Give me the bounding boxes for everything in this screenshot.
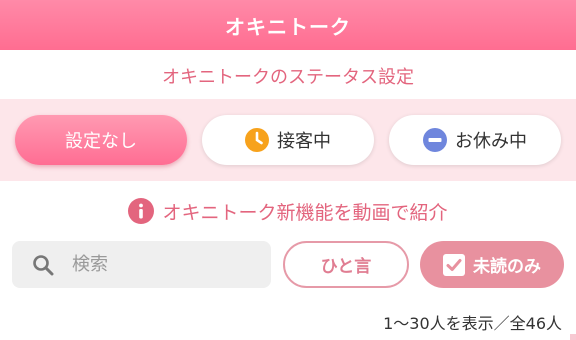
feature-video-link[interactable]: オキニトーク新機能を動画で紹介 bbox=[0, 190, 576, 232]
clock-icon bbox=[245, 128, 269, 152]
status-none-label: 設定なし bbox=[65, 131, 137, 152]
page-title: オキニトーク bbox=[225, 14, 351, 39]
status-settings-heading: オキニトークのステータス設定 bbox=[162, 67, 414, 88]
status-rest-label: お休み中 bbox=[455, 131, 527, 152]
status-rest-button[interactable]: お休み中 bbox=[389, 115, 561, 165]
search-input[interactable] bbox=[70, 253, 244, 276]
unread-only-label: 未読のみ bbox=[473, 257, 541, 277]
status-busy-label: 接客中 bbox=[277, 131, 331, 152]
result-count: 1〜30人を表示／全46人 bbox=[383, 314, 562, 333]
hitokoto-filter-button[interactable]: ひと言 bbox=[283, 241, 409, 288]
corner-mark bbox=[570, 334, 576, 340]
minus-circle-icon bbox=[423, 128, 447, 152]
info-icon bbox=[128, 198, 155, 224]
status-busy-button[interactable]: 接客中 bbox=[202, 115, 374, 165]
checkbox-icon bbox=[443, 253, 465, 276]
feature-video-label: オキニトーク新機能を動画で紹介 bbox=[162, 201, 448, 224]
hitokoto-label: ひと言 bbox=[320, 257, 372, 277]
header: オキニトーク bbox=[0, 0, 576, 50]
status-selector: 設定なし 接客中 お休み中 bbox=[0, 99, 576, 181]
search-icon bbox=[33, 254, 54, 275]
status-none-button[interactable]: 設定なし bbox=[15, 115, 187, 165]
search-box bbox=[12, 241, 271, 288]
unread-only-toggle[interactable]: 未読のみ bbox=[420, 241, 564, 288]
